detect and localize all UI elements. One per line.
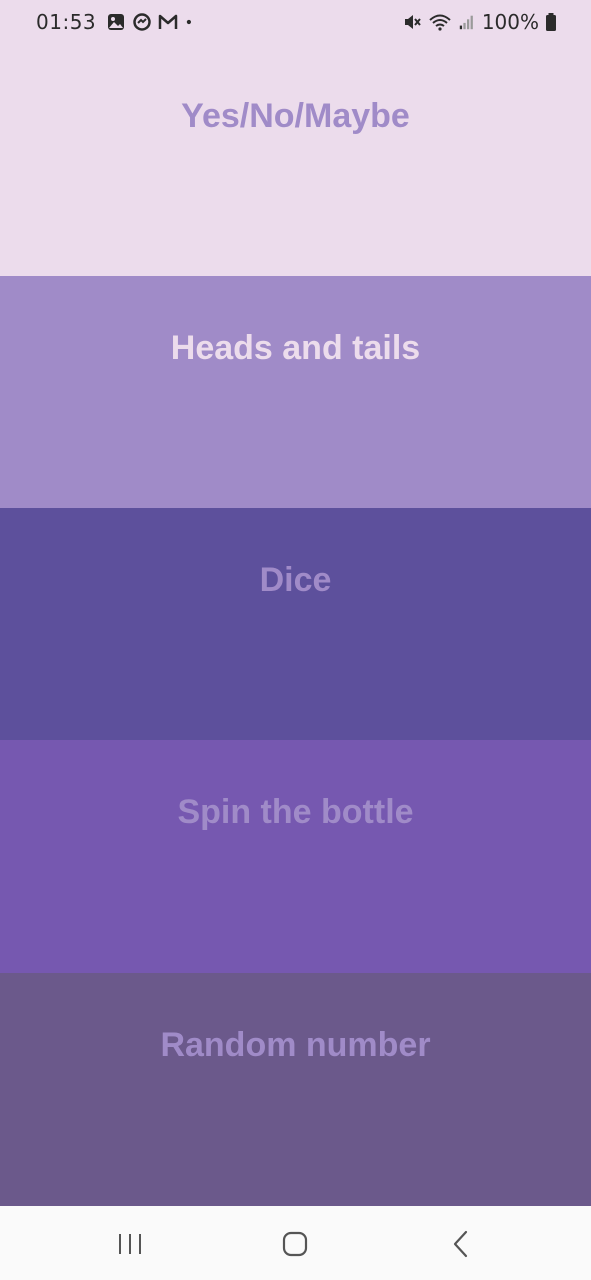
recent-apps-icon: [119, 1234, 141, 1254]
tile-label: Spin the bottle: [177, 793, 414, 831]
tile-label: Random number: [160, 1026, 431, 1064]
tile-dice[interactable]: Dice: [0, 508, 591, 740]
back-button[interactable]: [441, 1224, 481, 1264]
status-bar-left: 01:53: [36, 10, 198, 34]
app-screen: 01:53 100% Yes/No/Maybe Heads and tails …: [0, 0, 591, 1280]
tile-label: Yes/No/Maybe: [181, 97, 410, 135]
system-nav-bar: [0, 1206, 591, 1280]
signal-icon: [459, 15, 473, 30]
status-bar: 01:53 100%: [0, 0, 591, 44]
wifi-icon: [429, 14, 451, 31]
gmail-icon: [158, 14, 178, 29]
battery-percentage: 100%: [481, 10, 539, 34]
back-icon: [453, 1230, 468, 1258]
tile-label: Dice: [259, 561, 332, 599]
battery-icon: [546, 13, 556, 31]
tile-label: Heads and tails: [170, 329, 421, 367]
status-bar-right: 100%: [402, 10, 557, 34]
tile-random-number[interactable]: Random number: [0, 973, 591, 1206]
status-time: 01:53: [36, 10, 97, 34]
game-menu: Yes/No/Maybe Heads and tails Dice Spin t…: [0, 44, 591, 1206]
notification-dot-icon: [186, 19, 192, 25]
tile-spin-the-bottle[interactable]: Spin the bottle: [0, 740, 591, 973]
home-button[interactable]: [275, 1224, 315, 1264]
tile-yes-no-maybe[interactable]: Yes/No/Maybe: [0, 44, 591, 276]
tile-heads-and-tails[interactable]: Heads and tails: [0, 276, 591, 508]
recent-apps-button[interactable]: [110, 1224, 150, 1264]
mute-icon: [404, 15, 421, 29]
gallery-icon: [108, 14, 125, 30]
home-icon: [282, 1231, 308, 1257]
messenger-icon: [133, 13, 151, 31]
